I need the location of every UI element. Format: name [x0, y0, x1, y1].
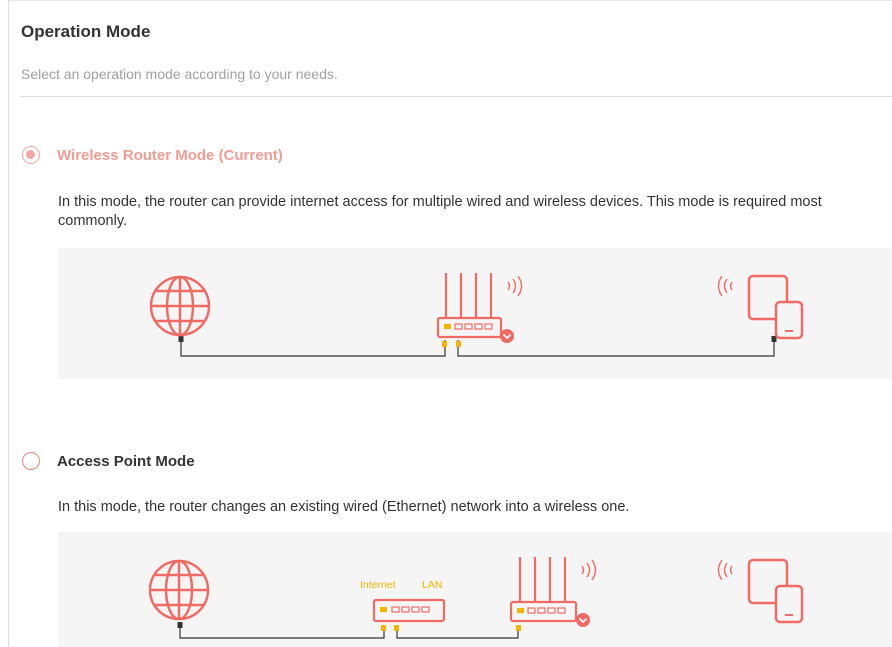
header-divider — [20, 96, 892, 97]
devices-icon — [717, 274, 804, 340]
modem-icon — [372, 598, 446, 631]
access-point-mode-description: In this mode, the router changes an exis… — [58, 499, 630, 515]
access-point-mode-option[interactable]: Access Point Mode — [22, 452, 195, 470]
cable-line — [180, 340, 446, 357]
wireless-router-mode-diagram — [58, 248, 892, 379]
access-point-mode-diagram: Internet LAN — [58, 532, 892, 647]
plug-end — [178, 336, 184, 342]
wireless-router-mode-option[interactable]: Wireless Router Mode (Current) — [22, 146, 283, 164]
plug-end — [177, 622, 183, 628]
globe-icon — [149, 275, 211, 337]
access-point-mode-radio[interactable] — [22, 452, 40, 470]
devices-icon — [717, 558, 804, 624]
page-subtitle: Select an operation mode according to yo… — [21, 66, 338, 82]
lan-port-label: LAN — [422, 579, 442, 591]
access-point-mode-label: Access Point Mode — [57, 452, 195, 470]
page-title: Operation Mode — [21, 22, 151, 41]
globe-icon — [148, 559, 210, 621]
cable-line — [179, 624, 385, 639]
wireless-router-mode-label: Wireless Router Mode (Current) — [57, 146, 283, 164]
router-icon — [509, 557, 597, 631]
router-icon — [436, 273, 523, 347]
top-border — [8, 0, 892, 1]
wireless-router-mode-radio[interactable] — [22, 146, 40, 164]
wireless-router-mode-description: In this mode, the router can provide int… — [58, 194, 822, 229]
internet-port-label: Internet — [360, 579, 396, 591]
cable-line — [396, 630, 519, 639]
left-border — [8, 0, 9, 647]
